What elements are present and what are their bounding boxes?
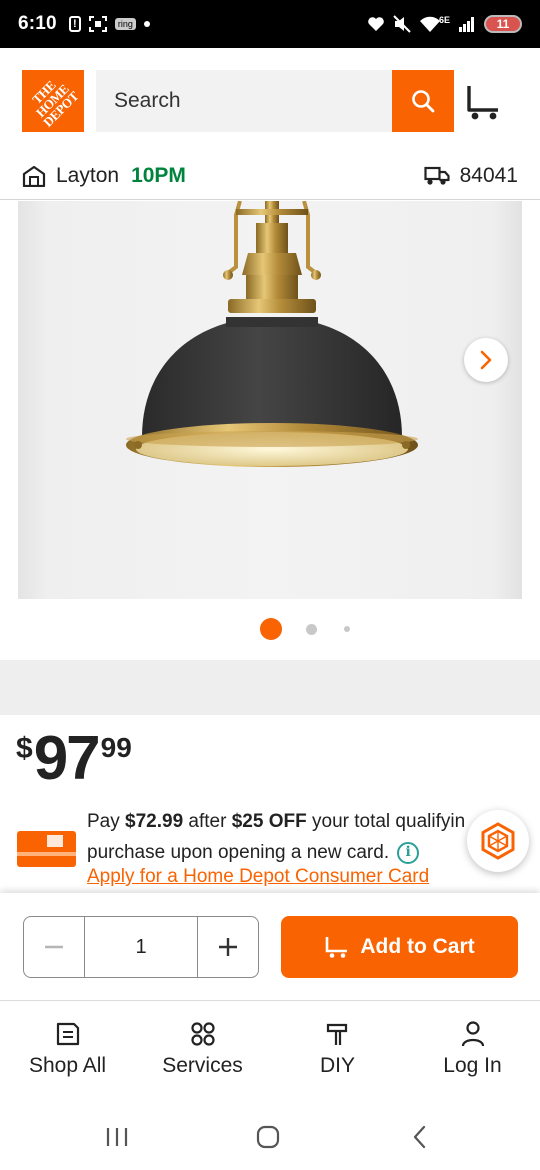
card-offer-text: Pay $72.99 after $25 OFF your total qual… — [87, 806, 487, 868]
product-price: $ 97 99 — [16, 726, 132, 792]
quantity-stepper: 1 — [23, 916, 259, 978]
notification-dot-icon — [143, 21, 150, 27]
product-image-carousel[interactable] — [0, 201, 540, 659]
add-to-cart-button[interactable]: Add to Cart — [281, 916, 518, 978]
nav-log-in[interactable]: Log In — [405, 1002, 540, 1102]
status-right-icons: 6E 11 — [367, 15, 522, 33]
cart-icon — [326, 937, 348, 958]
carousel-dot-active[interactable] — [260, 618, 282, 640]
bottom-navigation: Shop All Services DIY Log In — [0, 1002, 540, 1102]
diy-icon — [326, 1023, 347, 1045]
recent-apps-icon — [106, 1128, 128, 1146]
nav-diy[interactable]: DIY — [270, 1002, 405, 1102]
store-hours: 10PM — [131, 163, 186, 187]
offer-line2: purchase upon opening a new card. — [87, 842, 390, 863]
pendant-light-image — [126, 201, 418, 467]
home-icon — [256, 1125, 280, 1149]
search-button[interactable] — [392, 70, 454, 132]
delivery-zip[interactable]: 84041 — [423, 163, 518, 188]
zip-code: 84041 — [459, 163, 518, 187]
price-cents: 99 — [100, 732, 132, 763]
heart-icon — [368, 17, 384, 31]
app-header: THE HOME DEPOT Search — [0, 48, 540, 152]
apply-card-link[interactable]: Apply for a Home Depot Consumer Card — [87, 866, 429, 888]
user-icon — [461, 1021, 484, 1047]
truck-icon — [423, 166, 450, 185]
status-time: 6:10 — [18, 13, 57, 34]
recent-apps-button[interactable] — [102, 1122, 132, 1152]
cart-button[interactable] — [464, 82, 504, 122]
nav-label: Services — [162, 1054, 243, 1077]
nav-label: Log In — [443, 1054, 502, 1077]
decrease-quantity-button[interactable] — [24, 917, 84, 977]
signal-icon — [459, 17, 474, 32]
status-left-icons: ! ring — [68, 16, 150, 32]
network-label: 6E — [438, 15, 450, 25]
next-image-button[interactable] — [464, 338, 508, 382]
offer-pay: Pay — [87, 811, 126, 832]
battery-level: 11 — [496, 17, 510, 31]
info-icon[interactable]: i — [397, 841, 420, 864]
credit-card-image — [17, 831, 76, 867]
mute-icon — [393, 15, 411, 33]
nav-shop-all[interactable]: Shop All — [0, 1002, 135, 1102]
logo-text: THE HOME DEPOT — [29, 77, 82, 130]
system-navigation-bar — [0, 1102, 540, 1170]
alert-icon: ! — [68, 16, 81, 32]
chat-assistant-button[interactable] — [467, 810, 529, 872]
home-button[interactable] — [253, 1122, 283, 1152]
location-bar: Layton 10PM 84041 — [0, 152, 540, 200]
nav-services[interactable]: Services — [135, 1002, 270, 1102]
store-name[interactable]: Layton — [56, 164, 119, 188]
search-icon — [412, 90, 435, 113]
store-icon — [22, 165, 46, 187]
carousel-indicators — [0, 617, 540, 641]
chevron-right-icon — [480, 350, 492, 370]
offer-discount-amount: $25 OFF — [231, 811, 307, 832]
screenshot-icon — [88, 16, 107, 32]
battery-icon: 11 — [484, 15, 522, 33]
product-photo[interactable] — [18, 201, 522, 599]
add-to-cart-bar: 1 Add to Cart — [0, 893, 540, 1001]
cart-icon — [467, 86, 498, 120]
search-placeholder: Search — [114, 89, 181, 112]
shop-all-icon — [56, 1022, 79, 1046]
offer-rest: your total qualifyin — [306, 811, 466, 832]
carousel-dot[interactable] — [306, 624, 317, 635]
offer-discount-price: $72.99 — [125, 811, 184, 832]
back-button[interactable] — [405, 1122, 435, 1152]
nav-label: Shop All — [28, 1054, 107, 1077]
plus-icon — [219, 938, 237, 956]
hexagon-icon — [481, 822, 515, 860]
minus-icon — [45, 945, 63, 949]
increase-quantity-button[interactable] — [198, 917, 258, 977]
home-depot-logo[interactable]: THE HOME DEPOT — [22, 70, 84, 132]
services-icon — [190, 1022, 215, 1046]
offer-after: after — [183, 811, 232, 832]
ring-app-icon: ring — [114, 18, 136, 30]
quantity-input[interactable]: 1 — [84, 917, 198, 977]
wifi-icon: 6E — [419, 15, 450, 33]
section-divider — [0, 660, 540, 715]
search-input[interactable]: Search — [96, 70, 392, 132]
back-icon — [413, 1125, 426, 1149]
status-bar: 6:10 ! ring 6E 11 — [0, 0, 540, 48]
carousel-dot[interactable] — [344, 626, 350, 632]
price-dollars: 97 — [33, 724, 101, 793]
add-to-cart-label: Add to Cart — [360, 935, 475, 958]
nav-label: DIY — [319, 1054, 355, 1077]
price-currency: $ — [16, 732, 33, 765]
